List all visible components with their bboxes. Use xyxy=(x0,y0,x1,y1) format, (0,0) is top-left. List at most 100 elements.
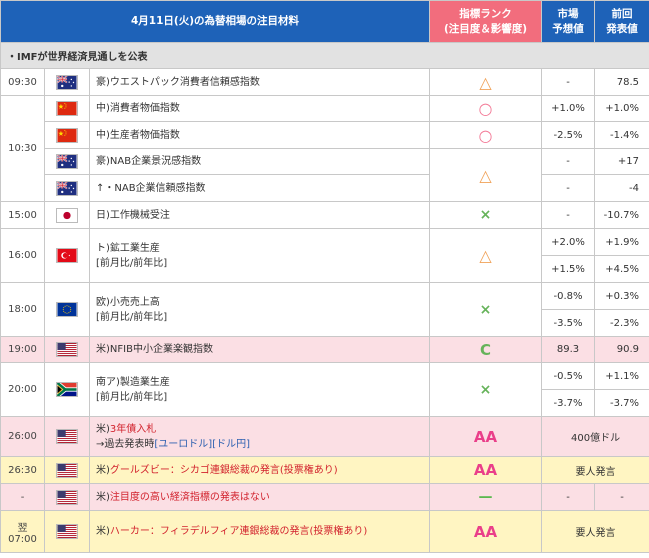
table-row: 19:00 米)NFIB中小企業楽観指数 C 89.3 90.9 xyxy=(0,336,649,363)
previous-value: +1.1% xyxy=(594,362,649,390)
indicator-name-cell: 米)3年債入札 →過去発表時[ユーロドル][ドル円] xyxy=(88,416,431,457)
table-row: 15:00 日)工作機械受注 × - -10.7% xyxy=(0,201,649,229)
us-flag-icon xyxy=(56,524,78,539)
flag-cell xyxy=(44,201,90,229)
indicator-name: 中)生産者物価指数 xyxy=(88,121,431,149)
page-title: 4月11日(火)の為替相場の注目材料 xyxy=(0,0,431,43)
table-row: 10:30 中)消費者物価指数 ○ +1.0% +1.0% xyxy=(0,95,649,202)
previous-value: +1.0% xyxy=(594,95,649,122)
forecast-value: - xyxy=(541,148,596,175)
usdjpy-link[interactable]: [ドル円] xyxy=(212,439,250,450)
auction-size-value: 400億ドル xyxy=(541,416,649,457)
table-header-row: 4月11日(火)の為替相場の注目材料 指標ランク (注目度＆影響度) 市場 予想… xyxy=(0,0,649,43)
indicator-country-prefix: 米) xyxy=(96,491,110,503)
speech-label: 要人発言 xyxy=(541,456,649,484)
previous-header-line2: 発表値 xyxy=(606,22,638,35)
rank-triangle-icon: △ xyxy=(479,72,492,92)
rank-aa-icon: AA xyxy=(473,427,498,446)
table-row: 豪)NAB企業景況感指数 △ - +17 xyxy=(1,148,649,202)
rank-header-line1: 指標ランク xyxy=(459,7,512,20)
speech-label: 要人発言 xyxy=(541,510,649,553)
indicator-name: 中)消費者物価指数 xyxy=(88,95,431,122)
previous-value-yoy: +4.5% xyxy=(594,255,649,283)
previous-value-yoy: -2.3% xyxy=(594,309,649,337)
rank-cell: △ xyxy=(429,68,543,96)
forecast-header-line2: 予想値 xyxy=(552,22,584,35)
indicator-country-prefix: 米) xyxy=(96,464,110,476)
rank-cross-icon: × xyxy=(479,301,492,318)
time-cell: 10:30 xyxy=(0,95,45,202)
rank-cross-icon: × xyxy=(479,381,492,398)
rank-aa-icon: AA xyxy=(473,461,498,479)
rank-cell: C xyxy=(429,336,543,363)
time-cell: - xyxy=(0,483,45,511)
flag-cell xyxy=(44,95,90,122)
flag-cell xyxy=(44,510,90,553)
rank-dash-icon: — xyxy=(478,489,493,505)
flag-cell xyxy=(44,456,90,484)
previous-value: +1.9% xyxy=(594,228,649,256)
rank-triangle-icon: △ xyxy=(479,246,492,265)
indicator-sub-label: [前月比/前年比] xyxy=(96,391,168,403)
us-flag-icon xyxy=(56,342,78,357)
rank-aa-icon: AA xyxy=(473,522,498,541)
rank-cell: ○ xyxy=(429,95,543,122)
australia-flag-icon xyxy=(56,74,78,90)
table-row: 18:00 欧)小売売上高 [前月比/前年比] × -0.8% +0.3% xyxy=(0,282,649,337)
south-africa-flag-icon xyxy=(56,382,78,397)
table-row: 翌 07:00 米)ハーカー：フィラデルフィア連銀総裁の発言(投票権あり) AA … xyxy=(0,510,649,553)
flag-cell xyxy=(44,68,90,96)
indicator-sub-label: [前月比/前年比] xyxy=(96,311,168,323)
time-cell: 翌 07:00 xyxy=(0,510,45,553)
rank-cell: × xyxy=(429,201,543,229)
us-flag-icon xyxy=(56,462,78,478)
time-cell: 19:00 xyxy=(0,336,45,363)
flag-cell xyxy=(44,362,90,417)
eurusd-link[interactable]: [ユーロドル] xyxy=(154,439,212,450)
indicator-country-prefix: 米) xyxy=(96,423,110,435)
forecast-header-line1: 市場 xyxy=(557,7,579,20)
forecast-value-yoy: +1.5% xyxy=(541,255,596,283)
rank-cell: × xyxy=(429,362,543,417)
time-cell: 16:00 xyxy=(0,228,45,283)
previous-value: +17 xyxy=(594,148,649,175)
indicator-name-cell: 南ア)製造業生産 [前月比/前年比] xyxy=(88,362,431,417)
forecast-value-yoy: -3.7% xyxy=(541,389,596,417)
table-row: ↑・NAB企業信頼感指数 - -4 xyxy=(1,174,649,202)
forecast-value: - xyxy=(541,483,596,511)
time-cell: 09:30 xyxy=(0,68,45,96)
indicator-name-cell: 米)グールズビー：シカゴ連銀総裁の発言(投票権あり) xyxy=(88,456,431,484)
rank-cell: △ xyxy=(429,148,543,202)
rank-triangle-icon: △ xyxy=(479,165,492,185)
flag-cell xyxy=(44,282,90,337)
indicator-name: 3年債入札 xyxy=(109,423,157,435)
table-row: 26:30 米)グールズビー：シカゴ連銀総裁の発言(投票権あり) AA 要人発言 xyxy=(0,456,649,484)
japan-flag-icon xyxy=(56,207,78,223)
eu-flag-icon xyxy=(56,302,78,317)
china-flag-icon xyxy=(56,101,78,116)
previous-column-header: 前回 発表値 xyxy=(594,0,649,43)
forecast-value: -2.5% xyxy=(541,121,596,149)
indicator-name: 豪)NAB企業景況感指数 xyxy=(88,148,431,175)
indicator-name: 欧)小売売上高 xyxy=(96,296,160,308)
table-row: 16:00 ト)鉱工業生産 [前月比/前年比] △ +2.0% +1.9% xyxy=(0,228,649,283)
turkey-flag-icon xyxy=(56,248,78,263)
table-row: 26:00 米)3年債入札 →過去発表時[ユーロドル][ドル円] AA 400億… xyxy=(0,416,649,457)
imf-note: ・IMFが世界経済見通しを公表 xyxy=(0,42,649,69)
previous-value: -10.7% xyxy=(594,201,649,229)
rank-cell: △ xyxy=(429,228,543,283)
flag-cell xyxy=(44,228,90,283)
previous-header-line1: 前回 xyxy=(611,7,633,20)
indicator-name: ト)鉱工業生産 xyxy=(96,242,160,254)
rank-cell: × xyxy=(429,282,543,337)
time-cell: 15:00 xyxy=(0,201,45,229)
flag-cell xyxy=(44,148,90,175)
indicator-name: ハーカー：フィラデルフィア連銀総裁の発言(投票権あり) xyxy=(109,526,368,537)
previous-value: 78.5 xyxy=(594,68,649,96)
table-row: 20:00 南ア)製造業生産 [前月比/前年比] × -0.5% +1.1% xyxy=(0,362,649,417)
time-cell: 20:00 xyxy=(0,362,45,417)
indicator-name: 南ア)製造業生産 xyxy=(96,376,170,388)
indicator-name: 注目度の高い経済指標の発表はない xyxy=(109,491,270,503)
forecast-column-header: 市場 予想値 xyxy=(541,0,596,43)
indicator-name: 日)工作機械受注 xyxy=(88,201,431,229)
